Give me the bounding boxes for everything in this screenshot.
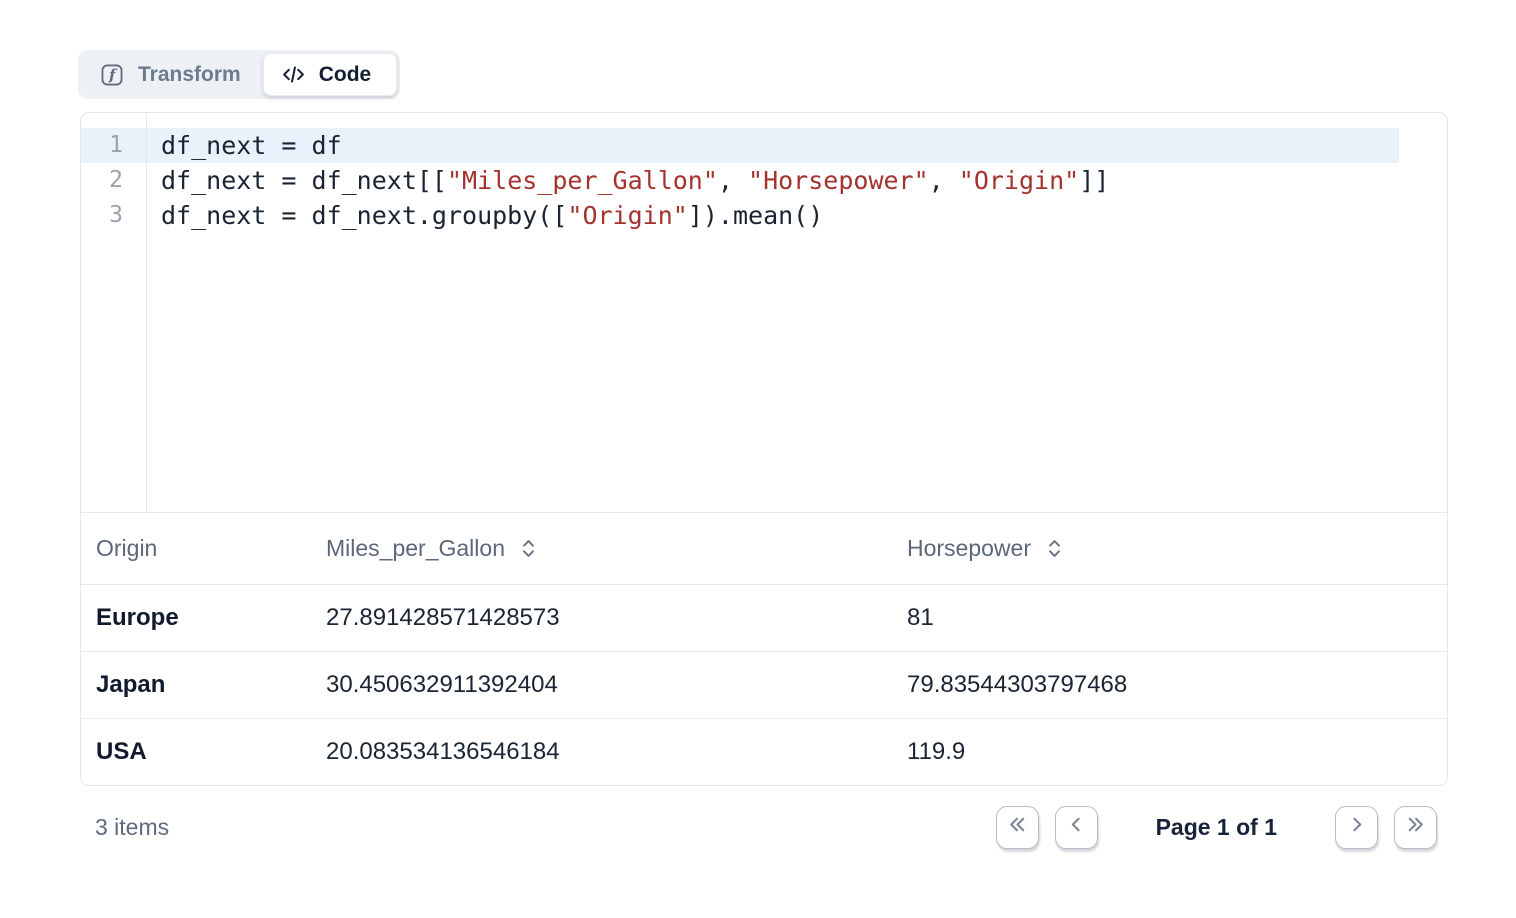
code-editor[interactable]: 1 df_next = df 2 df_next = df_next[["Mil… <box>81 113 1447 513</box>
cell-horsepower: 79.83544303797468 <box>907 671 1447 699</box>
line-number: 3 <box>81 198 147 233</box>
line-number: 2 <box>81 163 147 198</box>
column-header-miles-per-gallon[interactable]: Miles_per_Gallon <box>326 535 907 562</box>
tab-code[interactable]: Code <box>263 53 398 96</box>
cell-origin: USA <box>81 738 326 766</box>
previous-page-button[interactable] <box>1055 806 1098 849</box>
items-count: 3 items <box>80 814 169 841</box>
content-card: 1 df_next = df 2 df_next = df_next[["Mil… <box>80 112 1448 786</box>
table-row[interactable]: USA 20.083534136546184 119.9 <box>81 719 1447 785</box>
tab-code-label: Code <box>319 63 372 87</box>
code-line[interactable]: 1 df_next = df <box>81 128 1399 163</box>
view-toggle: f Transform Code <box>78 50 400 99</box>
page-indicator: Page 1 of 1 <box>1156 814 1277 841</box>
chevron-double-left-icon <box>1007 814 1028 840</box>
cell-miles-per-gallon: 20.083534136546184 <box>326 738 907 766</box>
cell-horsepower: 81 <box>907 604 1447 632</box>
chevron-right-icon <box>1346 814 1367 840</box>
tab-transform[interactable]: f Transform <box>81 53 263 96</box>
code-line-text: df_next = df_next.groupby(["Origin"]).me… <box>147 198 823 233</box>
cell-origin: Europe <box>81 604 326 632</box>
code-line-text: df_next = df_next[["Miles_per_Gallon", "… <box>147 163 1109 198</box>
cell-miles-per-gallon: 27.891428571428573 <box>326 604 907 632</box>
table-footer: 3 items Page 1 of 1 <box>80 799 1448 855</box>
column-header-origin[interactable]: Origin <box>81 535 326 562</box>
cell-horsepower: 119.9 <box>907 738 1447 766</box>
chevron-double-right-icon <box>1405 814 1426 840</box>
chevron-left-icon <box>1066 814 1087 840</box>
sort-icon[interactable] <box>520 537 537 560</box>
function-square-icon: f <box>99 62 125 88</box>
table-row[interactable]: Europe 27.891428571428573 81 <box>81 585 1447 652</box>
tab-transform-label: Transform <box>138 63 241 87</box>
sort-icon[interactable] <box>1046 537 1063 560</box>
table-row[interactable]: Japan 30.450632911392404 79.835443037974… <box>81 652 1447 719</box>
code-line-text: df_next = df <box>147 128 342 163</box>
code-line[interactable]: 2 df_next = df_next[["Miles_per_Gallon",… <box>81 163 1447 198</box>
cell-origin: Japan <box>81 671 326 699</box>
table-header-row: Origin Miles_per_Gallon Horsepower <box>81 513 1447 585</box>
code-brackets-icon <box>281 62 306 87</box>
line-number: 1 <box>81 128 147 163</box>
next-page-button[interactable] <box>1335 806 1378 849</box>
first-page-button[interactable] <box>996 806 1039 849</box>
code-line[interactable]: 3 df_next = df_next.groupby(["Origin"]).… <box>81 198 1447 233</box>
last-page-button[interactable] <box>1394 806 1437 849</box>
cell-miles-per-gallon: 30.450632911392404 <box>326 671 907 699</box>
svg-text:f: f <box>108 66 118 83</box>
pagination: Page 1 of 1 <box>996 806 1448 849</box>
column-header-horsepower[interactable]: Horsepower <box>907 535 1447 562</box>
